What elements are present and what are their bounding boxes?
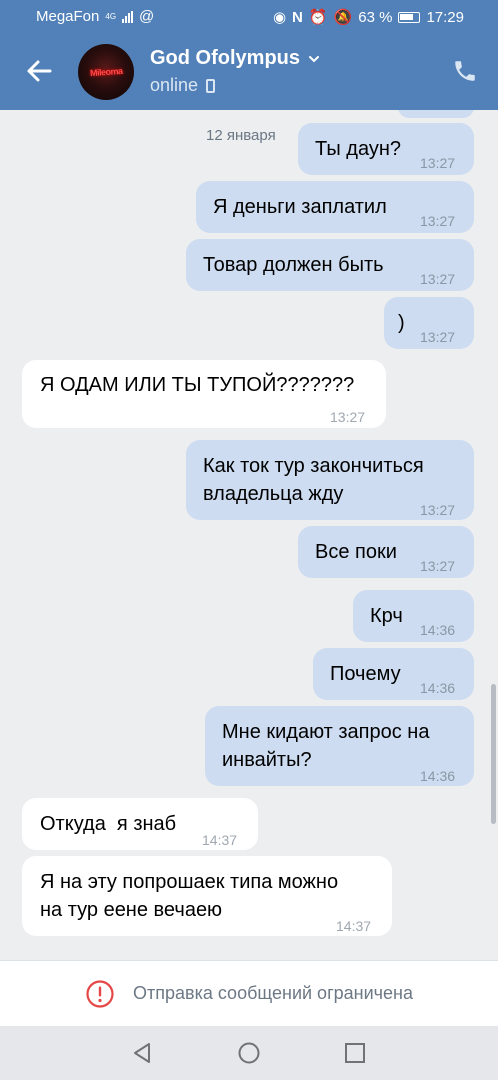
message-outgoing[interactable]: Ты даун? 13:27 — [298, 123, 474, 175]
message-time: 13:27 — [420, 329, 456, 345]
nfc-icon: N — [292, 8, 303, 26]
message-text: Все поки — [315, 541, 397, 563]
message-outgoing[interactable]: Как ток тур закончиться владельца жду 13… — [186, 440, 474, 520]
date-separator: 12 января — [206, 127, 276, 144]
message-outgoing[interactable]: Крч 14:36 — [353, 590, 474, 642]
battery-icon — [398, 11, 421, 23]
message-text-line: инвайты? — [222, 749, 312, 771]
message-time: 13:27 — [330, 409, 366, 425]
message-incoming[interactable]: Я ОДАМ ИЛИ ТЫ ТУПОЙ??????? 13:27 — [22, 360, 386, 428]
chat-header: Mileoma God Ofolympus online — [0, 34, 498, 110]
nav-recents-icon[interactable] — [343, 1041, 367, 1065]
system-navigation-bar — [0, 1026, 498, 1080]
mute-icon: 🔕 — [333, 9, 353, 26]
message-text: Я ОДАМ ИЛИ ТЫ ТУПОЙ??????? — [40, 374, 355, 396]
network-type: 4G — [105, 12, 117, 21]
nav-home-icon[interactable] — [237, 1041, 261, 1065]
message-time: 14:36 — [420, 680, 456, 696]
signal-icon — [122, 10, 134, 23]
message-time: 14:37 — [336, 918, 372, 934]
clock: 17:29 — [426, 8, 464, 26]
message-list[interactable]: 12 января Ты даун? 13:27 Я деньги заплат… — [0, 110, 498, 960]
message-time: 14:37 — [202, 832, 238, 848]
at-sign: @ — [139, 8, 155, 25]
message-time: 13:27 — [420, 502, 456, 518]
warning-icon — [86, 979, 114, 1008]
message-outgoing[interactable]: ) 13:27 — [384, 297, 474, 349]
message-bubble-partial — [398, 110, 474, 118]
message-text: ) — [398, 312, 405, 334]
phone-call-icon[interactable] — [452, 58, 478, 84]
scrollbar[interactable] — [491, 684, 496, 824]
status-bar: MegaFon 4G @ ◉ N ⏰ 🔕 63 % 17:29 — [0, 0, 498, 34]
message-text-line: Мне кидают запрос на — [222, 721, 430, 743]
message-text-line: владельца жду — [203, 483, 344, 505]
message-outgoing[interactable]: Товар должен быть 13:27 — [186, 239, 474, 291]
message-time: 13:27 — [420, 271, 456, 287]
message-text-line: на тур еене вечаею — [40, 899, 223, 921]
message-text: Откуда я знаб — [40, 813, 177, 835]
message-time: 14:36 — [420, 768, 456, 784]
eye-icon: ◉ — [272, 9, 287, 26]
avatar[interactable]: Mileoma — [78, 44, 134, 100]
message-text: Ты даун? — [315, 138, 402, 160]
message-outgoing[interactable]: Почему 14:36 — [313, 648, 474, 700]
nav-back-icon[interactable] — [130, 1041, 154, 1065]
battery-percent: 63 % — [358, 8, 393, 26]
message-text-line: Как ток тур закончиться — [203, 455, 424, 477]
mobile-icon — [206, 78, 216, 93]
message-text: Почему — [330, 663, 401, 685]
status-text: online — [150, 75, 199, 95]
carrier-name: MegaFon — [36, 8, 100, 25]
message-text: Я деньги заплатил — [213, 196, 387, 218]
message-time: 13:27 — [420, 213, 456, 229]
message-outgoing[interactable]: Мне кидают запрос на инвайты? 14:36 — [205, 706, 474, 786]
message-outgoing[interactable]: Я деньги заплатил 13:27 — [196, 181, 474, 233]
restriction-text: Отправка сообщений ограничена — [133, 983, 413, 1003]
avatar-logo: Mileoma — [89, 65, 123, 79]
message-incoming[interactable]: Я на эту попрошаек типа можно на тур еен… — [22, 856, 392, 936]
message-text-line: Я на эту попрошаек типа можно — [40, 871, 339, 893]
online-status: online — [150, 75, 216, 96]
back-arrow-icon[interactable] — [22, 54, 56, 88]
message-time: 13:27 — [420, 155, 456, 171]
messaging-restricted-bar: Отправка сообщений ограничена — [0, 960, 498, 1026]
message-outgoing[interactable]: Все поки 13:27 — [298, 526, 474, 578]
message-time: 13:27 — [420, 558, 456, 574]
message-text: Товар должен быть — [203, 254, 384, 276]
alarm-icon: ⏰ — [308, 9, 328, 26]
contact-name: God Ofolympus — [150, 47, 300, 69]
message-time: 14:36 — [420, 622, 456, 638]
message-incoming[interactable]: Откуда я знаб 14:37 — [22, 798, 258, 850]
message-text: Крч — [370, 605, 403, 627]
contact-name-button[interactable]: God Ofolympus — [150, 47, 320, 70]
chevron-down-icon — [309, 55, 319, 62]
